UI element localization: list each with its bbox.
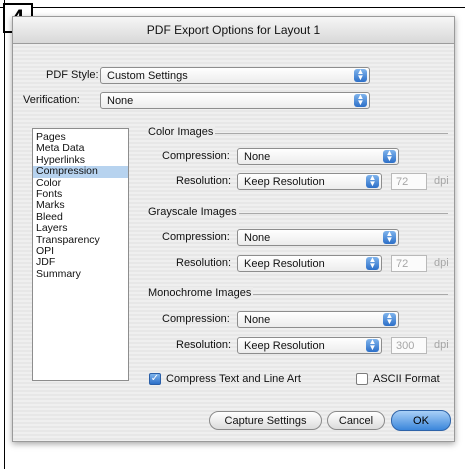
compress-text-label[interactable]: Compress Text and Line Art — [166, 373, 301, 385]
ok-button[interactable]: OK — [391, 410, 451, 431]
color-dpi-unit: dpi — [434, 175, 449, 187]
monochrome-dpi-field[interactable]: 300 — [391, 337, 427, 354]
verification-label: Verification: — [23, 94, 80, 106]
color-compression-value: None — [244, 151, 271, 163]
pdf-style-select[interactable]: Custom Settings ▲ ▼ — [100, 67, 370, 84]
verification-select[interactable]: None ▲ ▼ — [100, 92, 370, 109]
chevron-updown-icon: ▲ ▼ — [366, 174, 379, 188]
monochrome-compression-value: None — [244, 314, 271, 326]
monochrome-resolution-label: Resolution: — [176, 339, 232, 351]
dialog-body: PDF Style: Custom Settings ▲ ▼ Verificati… — [13, 44, 454, 441]
chevron-updown-icon: ▲ ▼ — [383, 149, 396, 163]
chevron-updown-icon: ▲ ▼ — [366, 256, 379, 270]
pdf-export-dialog: PDF Export Options for Layout 1 PDF Styl… — [12, 16, 455, 442]
ascii-format-label[interactable]: ASCII Format — [373, 373, 440, 385]
grayscale-compression-label: Compression: — [162, 231, 230, 243]
color-resolution-select[interactable]: Keep Resolution ▲ ▼ — [237, 173, 382, 190]
color-resolution-value: Keep Resolution — [244, 176, 325, 188]
ascii-format-checkbox[interactable] — [356, 373, 368, 385]
grayscale-resolution-select[interactable]: Keep Resolution ▲ ▼ — [237, 255, 382, 272]
color-images-title: Color Images — [148, 126, 216, 138]
cancel-button[interactable]: Cancel — [327, 411, 385, 430]
capture-settings-button[interactable]: Capture Settings — [209, 411, 322, 430]
verification-value: None — [107, 95, 134, 107]
compress-text-checkbox[interactable]: ✓ — [149, 373, 161, 385]
grayscale-resolution-label: Resolution: — [176, 257, 232, 269]
checkmark-icon: ✓ — [150, 373, 160, 384]
dialog-title: PDF Export Options for Layout 1 — [13, 17, 454, 44]
chevron-updown-icon: ▲ ▼ — [383, 312, 396, 326]
pdf-style-label: PDF Style: — [46, 69, 99, 81]
frame-top-rule — [0, 7, 465, 8]
chevron-updown-icon: ▲ ▼ — [383, 230, 396, 244]
options-category-list[interactable]: Pages Meta Data Hyperlinks Compression C… — [32, 128, 129, 381]
sidebar-item-layers[interactable]: Layers — [33, 222, 128, 234]
monochrome-resolution-value: Keep Resolution — [244, 340, 325, 352]
pdf-style-value: Custom Settings — [107, 70, 188, 82]
grayscale-compression-select[interactable]: None ▲ ▼ — [237, 229, 399, 246]
grayscale-images-title: Grayscale Images — [148, 206, 239, 218]
chevron-updown-icon: ▲ ▼ — [354, 93, 367, 107]
color-dpi-field[interactable]: 72 — [391, 173, 427, 190]
grayscale-dpi-field[interactable]: 72 — [391, 255, 427, 272]
monochrome-resolution-select[interactable]: Keep Resolution ▲ ▼ — [237, 337, 382, 354]
monochrome-dpi-unit: dpi — [434, 339, 449, 351]
sidebar-item-compression[interactable]: Compression — [33, 165, 128, 178]
color-compression-label: Compression: — [162, 150, 230, 162]
grayscale-dpi-unit: dpi — [434, 257, 449, 269]
frame-left-rule — [4, 0, 5, 469]
monochrome-compression-label: Compression: — [162, 313, 230, 325]
monochrome-images-title: Monochrome Images — [148, 287, 254, 299]
grayscale-compression-value: None — [244, 232, 271, 244]
color-compression-select[interactable]: None ▲ ▼ — [237, 148, 399, 165]
chevron-updown-icon: ▲ ▼ — [354, 68, 367, 82]
grayscale-resolution-value: Keep Resolution — [244, 258, 325, 270]
color-resolution-label: Resolution: — [176, 175, 232, 187]
sidebar-item-summary[interactable]: Summary — [33, 268, 128, 280]
chevron-updown-icon: ▲ ▼ — [366, 338, 379, 352]
monochrome-compression-select[interactable]: None ▲ ▼ — [237, 311, 399, 328]
